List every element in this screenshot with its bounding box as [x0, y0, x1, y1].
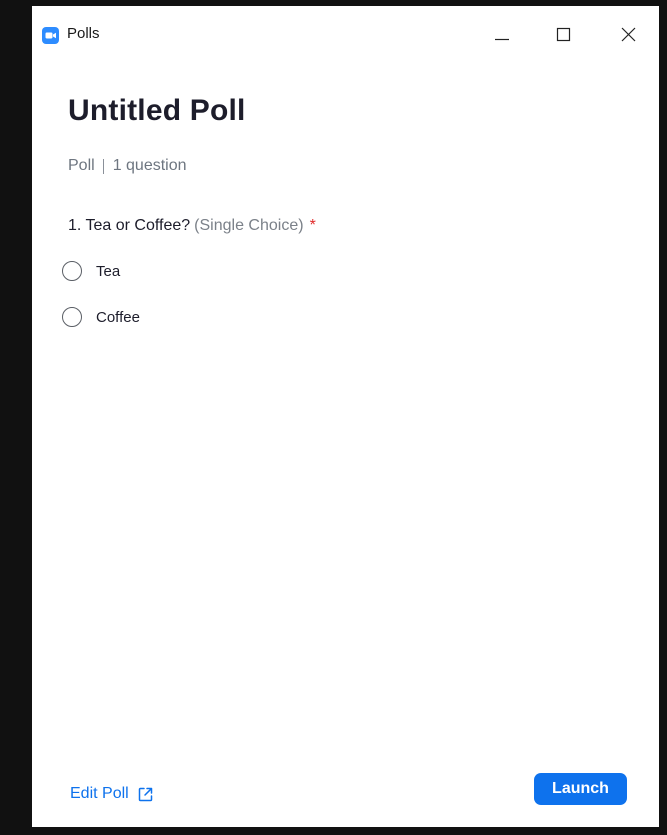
close-icon — [621, 27, 636, 42]
radio-button[interactable] — [62, 261, 82, 281]
radio-button[interactable] — [62, 307, 82, 327]
option-tea[interactable]: Tea — [62, 259, 120, 283]
external-link-icon — [138, 787, 152, 801]
question-count: 1 question — [112, 157, 187, 174]
option-label: Tea — [96, 262, 121, 280]
edit-poll-link[interactable]: Edit Poll — [70, 785, 154, 803]
maximize-icon — [556, 27, 571, 42]
question-type-hint: (Single Choice) — [194, 217, 304, 234]
zoom-video-camera-icon — [42, 27, 59, 44]
question-text: 1. Tea or Coffee? (Single Choice) * — [68, 217, 316, 235]
polls-window: Polls Untitled Poll Poll 1 question 1. T… — [32, 6, 659, 827]
question-label: 1. Tea or Coffee? — [68, 217, 191, 234]
title-bar: Polls — [32, 6, 659, 64]
poll-title: Untitled Poll — [68, 94, 246, 127]
meta-divider — [102, 158, 104, 174]
minimize-icon — [495, 38, 509, 41]
poll-meta: Poll 1 question — [68, 157, 187, 175]
option-coffee[interactable]: Coffee — [62, 305, 140, 329]
poll-type: Poll — [68, 157, 95, 174]
window-title: Polls — [67, 25, 100, 42]
screen-background: Polls Untitled Poll Poll 1 question 1. T… — [0, 0, 667, 835]
edit-poll-label: Edit Poll — [70, 785, 129, 802]
launch-button[interactable]: Launch — [534, 773, 627, 805]
close-button[interactable] — [609, 20, 649, 50]
minimize-button[interactable] — [482, 20, 522, 50]
required-mark: * — [309, 217, 316, 234]
maximize-button[interactable] — [544, 20, 584, 50]
option-label: Coffee — [96, 308, 140, 326]
